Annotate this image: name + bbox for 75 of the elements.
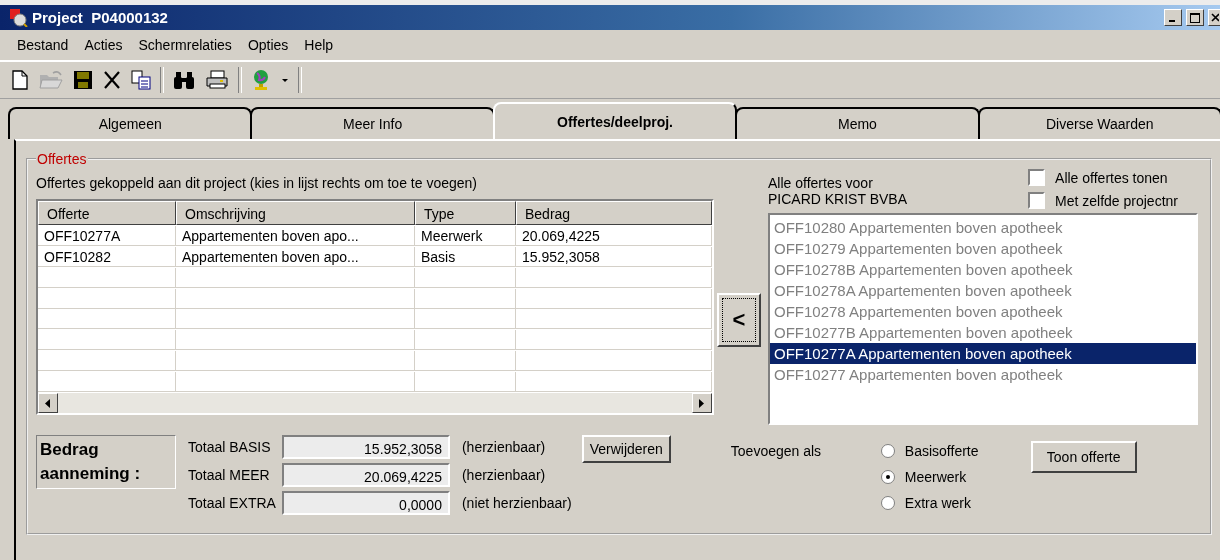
total-label: Totaal BASIS	[188, 439, 272, 455]
checkbox-label: Alle offertes tonen	[1055, 169, 1168, 186]
table-cell: Appartementen boven apo...	[176, 225, 415, 246]
right-arrow-icon	[699, 398, 705, 408]
horizontal-scrollbar[interactable]	[38, 393, 712, 413]
total-field: 20.069,4225	[281, 463, 450, 487]
table-cell: Appartementen boven apo...	[176, 246, 415, 267]
column-header[interactable]: Offerte	[38, 201, 176, 225]
column-header[interactable]: Omschrijving	[176, 201, 415, 225]
list-item[interactable]: OFF10279 Appartementen boven apotheek	[770, 238, 1196, 259]
new-document-icon[interactable]	[10, 69, 30, 91]
table-cell: Basis	[415, 246, 516, 267]
total-title: Bedrag aanneming :	[36, 435, 176, 489]
list-item[interactable]: OFF10277B Appartementen boven apotheek	[770, 322, 1196, 343]
list-item[interactable]: OFF10280 Appartementen boven apotheek	[770, 217, 1196, 238]
menu-item[interactable]: Help	[296, 37, 342, 53]
delete-icon[interactable]	[102, 69, 122, 91]
list-item[interactable]: OFF10278A Appartementen boven apotheek	[770, 280, 1196, 301]
radio-button[interactable]	[880, 470, 895, 484]
radio-button[interactable]	[880, 444, 895, 458]
checkbox-label: Met zelfde projectnr	[1055, 192, 1178, 209]
close-button[interactable]	[1208, 9, 1220, 26]
close-icon	[1211, 12, 1219, 23]
minimize-button[interactable]	[1164, 9, 1182, 26]
printer-icon[interactable]	[204, 69, 230, 91]
radio-label: Meerwerk	[904, 469, 967, 485]
copy-icon[interactable]	[130, 69, 152, 91]
binoculars-icon[interactable]	[172, 69, 196, 91]
total-label: Totaal MEER	[188, 467, 271, 483]
table-cell: 20.069,4225	[516, 225, 712, 246]
tab[interactable]: Algemeen	[8, 107, 253, 139]
list-item[interactable]: OFF10277 Appartementen boven apotheek	[770, 364, 1196, 385]
remove-button[interactable]: Verwijderen	[581, 435, 671, 463]
add-as-label: Toevoegen als	[730, 442, 823, 461]
list-item[interactable]: OFF10278 Appartementen boven apotheek	[770, 301, 1196, 322]
app-icon	[10, 8, 28, 27]
column-header[interactable]: Bedrag	[516, 201, 712, 225]
table-cell: OFF10277A	[38, 225, 176, 246]
total-field: 15.952,3058	[281, 435, 450, 459]
customer-name: PICARD KRIST BVBA	[768, 191, 907, 207]
total-note: (herzienbaar)	[460, 439, 547, 455]
table-cell: Meerwerk	[415, 225, 516, 246]
minimize-icon	[1169, 20, 1175, 22]
left-arrow-icon	[45, 398, 51, 408]
scroll-left-button[interactable]	[38, 393, 58, 413]
radio-button[interactable]	[880, 496, 895, 510]
menu-item[interactable]: Bestand	[9, 37, 77, 53]
show-offer-button[interactable]: Toon offerte	[1030, 441, 1137, 473]
add-offer-button[interactable]: <	[717, 293, 761, 347]
total-field: 0,0000	[281, 491, 450, 515]
checkbox[interactable]	[1028, 192, 1046, 209]
maximize-button[interactable]	[1186, 9, 1204, 26]
menu-item[interactable]: Acties	[76, 37, 131, 53]
total-note: (niet herzienbaar)	[460, 495, 572, 511]
radio-label: Basisofferte	[904, 443, 979, 459]
maximize-icon	[1190, 12, 1200, 23]
table-cell: 15.952,3058	[516, 246, 712, 267]
offers-listbox[interactable]	[768, 213, 1198, 425]
list-caption: Offertes gekoppeld aan dit project (kies in lijst rechts om toe te voegen)	[36, 175, 478, 191]
total-note: (herzienbaar)	[460, 467, 547, 483]
radio-label: Extra werk	[904, 495, 971, 511]
list-caption: Alle offertes voor	[768, 175, 874, 191]
list-item[interactable]: OFF10277A Appartementen boven apotheek	[770, 343, 1196, 364]
list-item[interactable]: OFF10278B Appartementen boven apotheek	[770, 259, 1196, 280]
column-header[interactable]: Type	[415, 201, 516, 225]
window-title: Project P04000132	[32, 9, 168, 26]
menu-item[interactable]: Opties	[239, 37, 297, 53]
group-title: Offertes	[36, 151, 88, 167]
save-icon[interactable]	[72, 69, 94, 91]
tab[interactable]: Offertes/deelproj.	[492, 102, 738, 139]
total-label: Totaal EXTRA	[188, 495, 276, 511]
checkbox[interactable]	[1028, 169, 1046, 186]
table-cell: OFF10282	[38, 246, 176, 267]
menu-item[interactable]: Schermrelaties	[130, 37, 240, 53]
scroll-right-button[interactable]	[692, 393, 712, 413]
